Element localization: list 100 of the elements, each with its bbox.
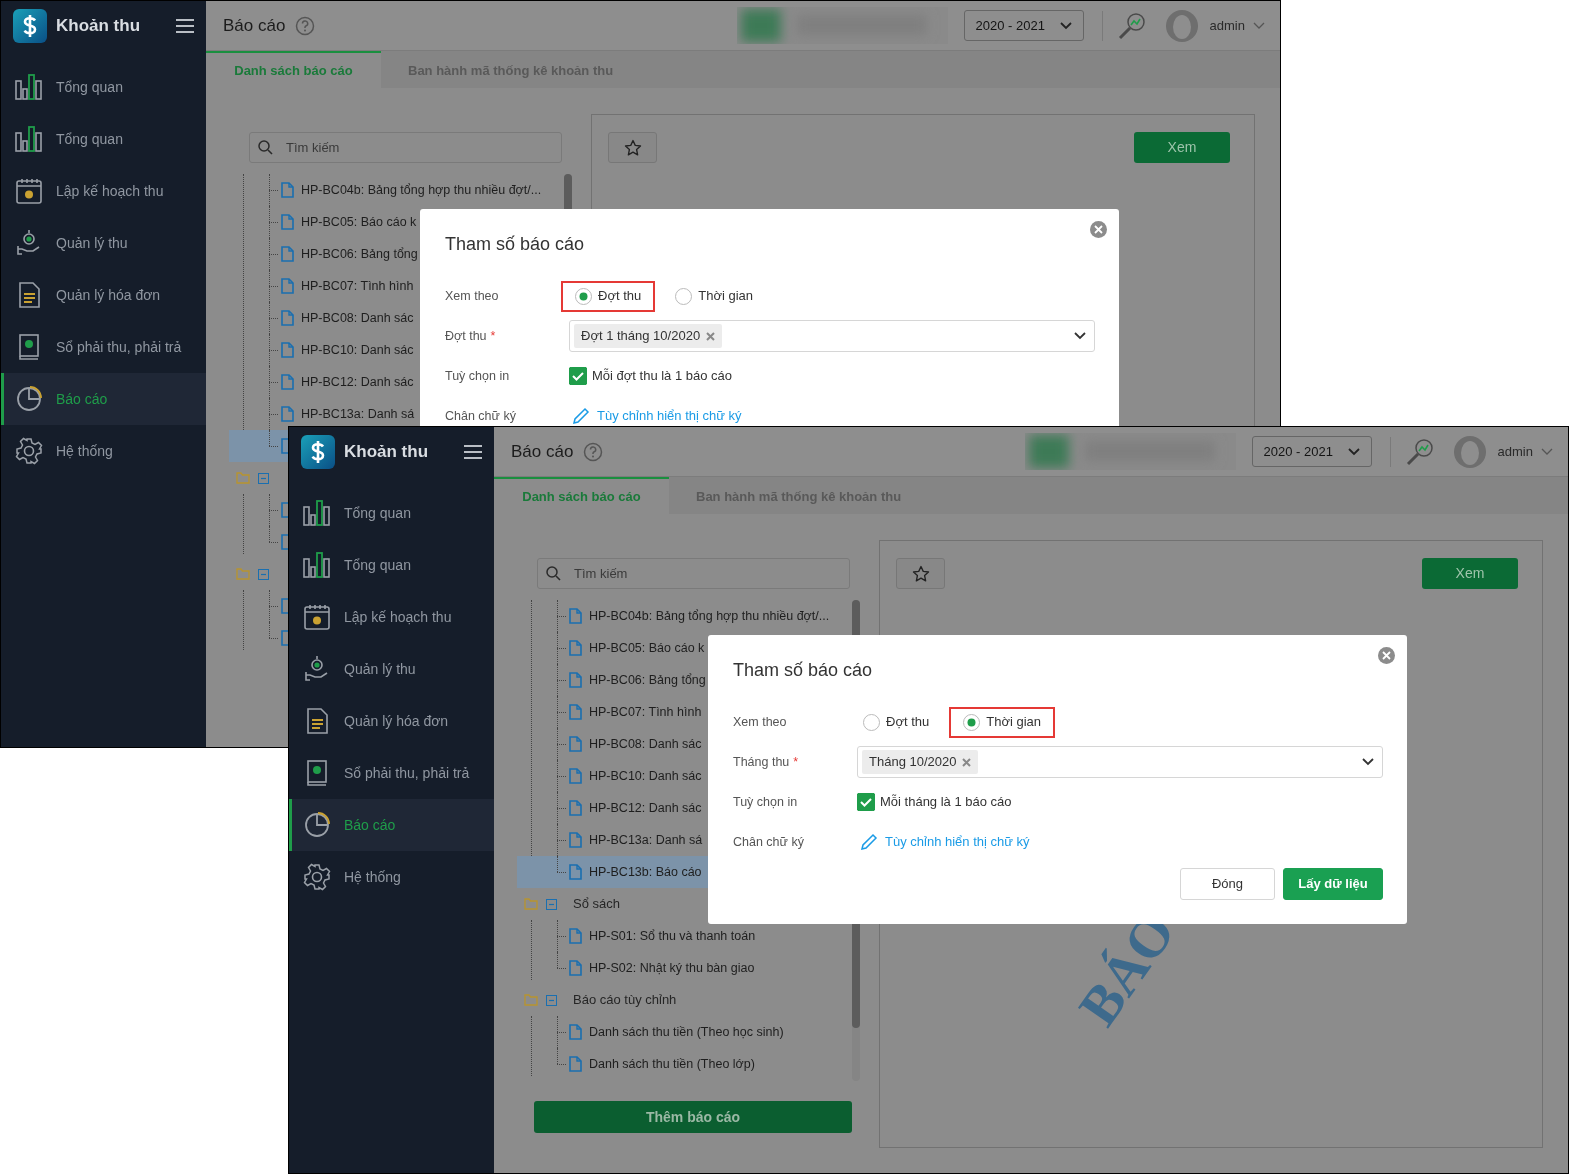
file-icon — [281, 214, 294, 230]
collapse-icon[interactable] — [258, 568, 269, 580]
year-select[interactable]: 2020 - 2021 — [963, 10, 1084, 41]
sidebar-item[interactable]: Hệ thống — [289, 851, 494, 903]
file-icon — [569, 832, 582, 848]
collapse-icon[interactable] — [546, 994, 557, 1006]
dialog-title: Tham số báo cáo — [733, 659, 874, 682]
radio-icon — [675, 287, 693, 305]
collapse-icon[interactable] — [258, 472, 269, 484]
star-button[interactable] — [896, 558, 945, 589]
required-mark: * — [490, 328, 496, 343]
view-button[interactable]: Xem — [1134, 132, 1230, 163]
star-button[interactable] — [608, 132, 657, 163]
search-icon — [258, 140, 273, 155]
remove-icon[interactable] — [706, 331, 716, 341]
sidebar-item[interactable]: Sổ phải thu, phải trả — [1, 321, 206, 373]
view-button[interactable]: Xem — [1422, 558, 1518, 589]
sidebar-item[interactable]: Báo cáo — [1, 373, 206, 425]
tree-item[interactable]: HP-S02: Nhật ký thu bàn giao — [517, 952, 848, 984]
close-icon[interactable] — [1090, 221, 1107, 238]
close-icon[interactable] — [1378, 647, 1395, 664]
field-label: Tuỳ chọn in — [733, 793, 799, 811]
logo-icon — [301, 435, 335, 469]
radio-option[interactable]: Đợt thu — [561, 280, 656, 312]
sidebar-item[interactable]: Tổng quan — [1, 61, 206, 113]
file-icon — [281, 310, 294, 326]
menu-icon[interactable] — [176, 18, 194, 34]
sidebar-item[interactable]: Lập kế hoạch thu — [1, 165, 206, 217]
radio-checked-icon — [963, 713, 981, 731]
file-icon — [569, 1024, 582, 1040]
chevron-down-icon — [1362, 758, 1374, 766]
sidebar-item[interactable]: Tổng quan — [1, 113, 206, 165]
pencil-icon[interactable] — [860, 833, 878, 851]
sidebar-item[interactable]: Báo cáo — [289, 799, 494, 851]
checkbox[interactable] — [857, 793, 875, 811]
multi-select[interactable]: Tháng 10/2020 — [857, 746, 1383, 778]
pie-chart-icon — [15, 385, 43, 413]
pencil-icon[interactable] — [572, 407, 590, 425]
sidebar-item[interactable]: Tổng quan — [289, 539, 494, 591]
file-icon — [569, 736, 582, 752]
tree-item[interactable]: HP-BC04b: Bảng tổng hợp thu nhiều đợt/... — [229, 174, 560, 206]
sidebar-item[interactable]: Lập kế hoạch thu — [289, 591, 494, 643]
fetch-data-button[interactable]: Lấy dữ liệu — [1283, 868, 1383, 900]
sidebar-item[interactable]: Quản lý thu — [1, 217, 206, 269]
radio-checked-icon — [575, 287, 592, 305]
remove-icon[interactable] — [962, 757, 972, 767]
calendar-icon — [15, 177, 43, 205]
tag[interactable]: Tháng 10/2020 — [862, 750, 979, 774]
sidebar-item[interactable]: Quản lý hóa đơn — [289, 695, 494, 747]
radio-option[interactable]: Thời gian — [661, 280, 767, 312]
multi-select[interactable]: Đợt 1 tháng 10/2020 — [569, 320, 1095, 352]
year-select[interactable]: 2020 - 2021 — [1251, 436, 1372, 467]
pie-chart-icon — [303, 811, 331, 839]
settings-icon — [303, 863, 331, 891]
folder-label[interactable]: Sổ sách — [573, 894, 620, 914]
file-icon — [281, 182, 294, 198]
chevron-down-icon[interactable] — [1253, 21, 1265, 30]
search-field[interactable]: Tìm kiếm — [537, 558, 850, 589]
radio-option[interactable]: Đợt thu — [849, 706, 944, 738]
sidebar-item[interactable]: Sổ phải thu, phải trả — [289, 747, 494, 799]
sidebar-item[interactable]: Tổng quan — [289, 487, 494, 539]
sidebar-item[interactable]: Quản lý thu — [289, 643, 494, 695]
avatar-icon[interactable] — [1165, 9, 1198, 42]
add-report-button[interactable]: Thêm báo cáo — [534, 1101, 852, 1133]
tree-item[interactable]: Danh sách thu tiền (Theo lớp) — [517, 1048, 848, 1080]
menu-icon[interactable] — [464, 444, 482, 460]
radio-icon — [863, 713, 880, 731]
user-name: admin — [1209, 16, 1245, 35]
chevron-down-icon[interactable] — [1541, 447, 1553, 456]
radio-option[interactable]: Thời gian — [949, 706, 1055, 738]
sidebar-item[interactable]: Quản lý hóa đơn — [1, 269, 206, 321]
signature-link[interactable]: Tùy chỉnh hiển thị chữ ký — [885, 832, 1030, 852]
collapse-icon[interactable] — [546, 898, 557, 910]
signature-link[interactable]: Tùy chỉnh hiển thị chữ ký — [597, 406, 742, 426]
tree-item[interactable]: Danh sách thu tiền (Theo học sinh) — [517, 1016, 848, 1048]
folder-icon — [524, 994, 538, 1006]
help-icon[interactable] — [583, 441, 604, 462]
file-icon — [281, 278, 294, 294]
logo-icon — [13, 9, 47, 43]
file-icon — [281, 374, 294, 390]
help-icon[interactable] — [295, 15, 316, 36]
search-chart-icon[interactable] — [1117, 11, 1146, 40]
tree-item[interactable]: HP-S01: Sổ thu và thanh toán — [517, 920, 848, 952]
bar-chart-icon — [15, 126, 43, 152]
file-icon — [281, 342, 294, 358]
bar-chart-icon — [303, 500, 331, 526]
settings-icon — [15, 437, 43, 465]
search-field[interactable]: Tìm kiếm — [249, 132, 562, 163]
close-button[interactable]: Đóng — [1180, 868, 1275, 900]
field-label: Chân chữ ký — [733, 833, 805, 851]
file-icon — [569, 704, 582, 720]
folder-label[interactable]: Báo cáo tùy chỉnh — [573, 990, 677, 1010]
tree-item[interactable]: HP-BC04b: Bảng tổng hợp thu nhiều đợt/... — [517, 600, 848, 632]
file-icon — [569, 864, 582, 880]
sidebar-item[interactable]: Hệ thống — [1, 425, 206, 477]
checkbox[interactable] — [569, 367, 587, 385]
avatar-icon[interactable] — [1453, 435, 1486, 468]
tag[interactable]: Đợt 1 tháng 10/2020 — [574, 324, 723, 348]
calendar-icon — [303, 603, 331, 631]
search-chart-icon[interactable] — [1405, 437, 1434, 466]
